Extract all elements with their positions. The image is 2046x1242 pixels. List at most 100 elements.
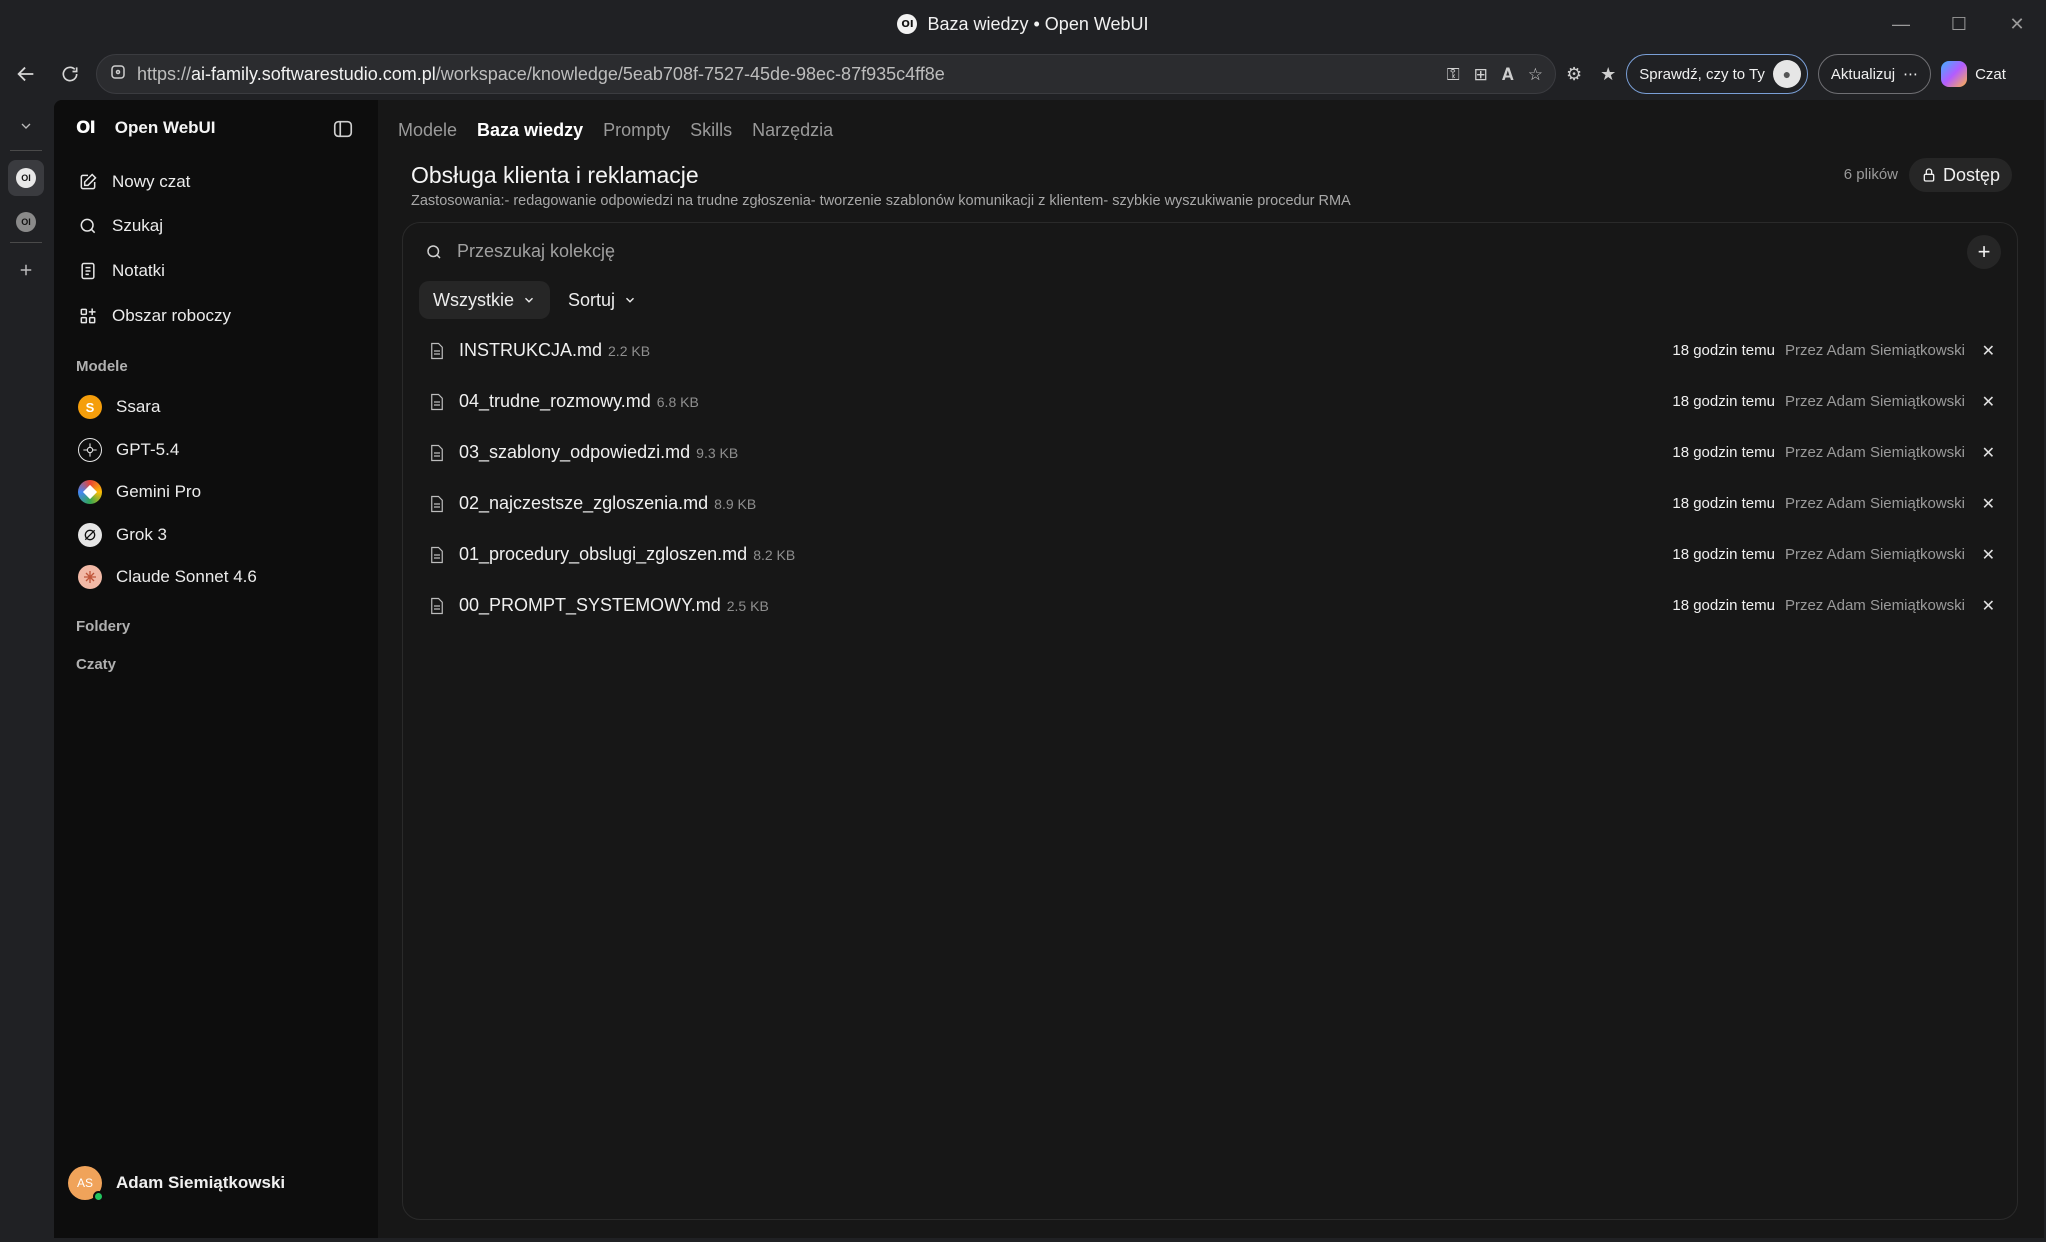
file-row[interactable]: 00_PROMPT_SYSTEMOWY.md 2.5 KB 18 godzin …	[403, 580, 2019, 631]
sidebar-model-gemini[interactable]: Gemini Pro	[66, 472, 366, 512]
tab-divider	[10, 150, 42, 151]
file-row[interactable]: 03_szablony_odpowiedzi.md 9.3 KB 18 godz…	[403, 427, 2019, 478]
translate-icon[interactable]: 𝐀	[1502, 65, 1514, 85]
chats-heading[interactable]: Czaty	[76, 656, 116, 673]
delete-file-close-icon[interactable]: ✕	[1982, 494, 1995, 514]
tab-openwebui-second[interactable]: OI	[8, 204, 44, 240]
file-row[interactable]: 01_procedury_obslugi_zgloszen.md 8.2 KB …	[403, 529, 2019, 580]
lock-icon	[1923, 168, 1935, 182]
profile-button[interactable]: Sprawdź, czy to Ty ●	[1626, 54, 1808, 94]
sidebar-toggle-icon[interactable]	[330, 116, 356, 142]
avatar-initials: AS	[76, 1176, 93, 1190]
sidebar-item-search[interactable]: Szukaj	[66, 206, 366, 246]
folders-heading[interactable]: Foldery	[76, 618, 130, 635]
sidebar-brand[interactable]: OI Open WebUI	[76, 118, 216, 138]
filter-all-dropdown[interactable]: Wszystkie	[419, 281, 550, 319]
reload-icon[interactable]	[52, 56, 88, 92]
address-bar[interactable]: https://ai-family.softwarestudio.com.pl/…	[96, 54, 1556, 94]
delete-file-close-icon[interactable]: ✕	[1982, 443, 1995, 463]
site-info-icon[interactable]	[109, 63, 127, 86]
profile-avatar-icon: ●	[1772, 60, 1801, 88]
tab-prompts[interactable]: Prompty	[603, 120, 670, 141]
tab-openwebui-active[interactable]: OI	[8, 160, 44, 196]
file-author: Przez Adam Siemiątkowski	[1784, 444, 1965, 461]
filter-all-label: Wszystkie	[433, 289, 514, 310]
sidebar-item-notes[interactable]: Notatki	[66, 251, 366, 291]
open-webui-app: OI Open WebUI Nowy czat Szukaj Notatki O…	[54, 100, 2044, 1238]
url-scheme: https://	[137, 63, 192, 84]
copilot-label: Czat	[1975, 65, 2006, 83]
sort-dropdown[interactable]: Sortuj	[554, 281, 651, 319]
file-name: 02_najczestsze_zgloszenia.md	[459, 493, 709, 513]
file-size: 6.8 KB	[656, 393, 699, 410]
chevron-down-icon	[626, 297, 635, 303]
tab-knowledge[interactable]: Baza wiedzy	[477, 120, 583, 141]
collection-search-input[interactable]	[457, 241, 1657, 262]
new-tab-plus-icon[interactable]	[8, 252, 44, 288]
document-icon	[431, 597, 443, 614]
knowledge-panel: + Wszystkie Sortuj INSTRUKCJA.md 2.2 KB …	[402, 222, 2018, 1220]
window-title: Baza wiedzy • Open WebUI	[927, 13, 1149, 34]
delete-file-close-icon[interactable]: ✕	[1982, 341, 1995, 361]
favorites-list-icon[interactable]: ★	[1600, 64, 1616, 85]
page-description[interactable]: Zastosowania:- redagowanie odpowiedzi na…	[411, 193, 1351, 209]
browser-extensions: ⚙ ★ Sprawdź, czy to Ty ● Aktualizuj ⋯ Cz…	[1566, 54, 2006, 94]
file-meta: 18 godzin temu Przez Adam Siemiątkowski	[1672, 342, 1965, 359]
copilot-button[interactable]: Czat	[1941, 61, 2006, 87]
file-size: 2.2 KB	[608, 342, 651, 359]
avatar: AS	[68, 1166, 104, 1202]
favorite-star-icon[interactable]: ☆	[1528, 65, 1543, 85]
file-size: 8.9 KB	[714, 495, 757, 512]
workspace-tabs: Modele Baza wiedzy Prompty Skills Narzęd…	[398, 120, 833, 141]
openwebui-tab-icon: OI	[897, 14, 918, 34]
extensions-puzzle-icon[interactable]: ⚙	[1566, 64, 1582, 85]
sidebar-item-new-chat[interactable]: Nowy czat	[66, 162, 366, 202]
close-window-icon[interactable]: ✕	[1988, 0, 2046, 48]
file-row[interactable]: INSTRUKCJA.md 2.2 KB 18 godzin temu Przez…	[403, 325, 2019, 376]
search-icon	[80, 218, 96, 234]
file-author: Przez Adam Siemiątkowski	[1784, 597, 1965, 614]
access-button-label: Dostęp	[1942, 164, 2000, 185]
file-time: 18 godzin temu	[1672, 444, 1775, 461]
file-row[interactable]: 02_najczestsze_zgloszenia.md 8.9 KB 18 g…	[403, 478, 2019, 529]
maximize-icon[interactable]: ☐	[1930, 0, 1988, 48]
sidebar-model-grok[interactable]: Grok 3	[66, 515, 366, 555]
file-name: 00_PROMPT_SYSTEMOWY.md	[459, 595, 721, 615]
vertical-tab-strip: OI OI	[0, 100, 52, 1242]
page-title[interactable]: Obsługa klienta i reklamacje	[411, 162, 699, 189]
file-row[interactable]: 04_trudne_rozmowy.md 6.8 KB 18 godzin te…	[403, 376, 2019, 427]
tab-list-chevron-icon[interactable]	[8, 108, 44, 144]
file-size: 2.5 KB	[726, 597, 769, 614]
file-name: 01_procedury_obslugi_zgloszen.md	[459, 544, 748, 564]
file-list: INSTRUKCJA.md 2.2 KB 18 godzin temu Przez…	[403, 325, 2019, 631]
delete-file-close-icon[interactable]: ✕	[1982, 545, 1995, 565]
user-menu[interactable]: AS Adam Siemiątkowski	[68, 1166, 285, 1202]
copilot-icon	[1941, 61, 1968, 87]
file-time: 18 godzin temu	[1672, 342, 1775, 359]
tab-models[interactable]: Modele	[398, 120, 457, 141]
back-arrow-icon[interactable]	[8, 56, 44, 92]
update-button[interactable]: Aktualizuj ⋯	[1817, 54, 1932, 94]
sidebar-model-claude[interactable]: Claude Sonnet 4.6	[66, 557, 366, 597]
url-host: ai-family.softwarestudio.com.pl	[191, 63, 436, 84]
delete-file-close-icon[interactable]: ✕	[1982, 596, 1995, 616]
sidebar-model-label: Grok 3	[116, 525, 168, 544]
sort-label: Sortuj	[568, 289, 616, 310]
window-titlebar: OI Baza wiedzy • Open WebUI — ☐ ✕	[0, 0, 2046, 48]
document-icon	[431, 546, 443, 563]
sidebar-model-ssara[interactable]: S Ssara	[66, 387, 366, 427]
minimize-icon[interactable]: —	[1872, 0, 1930, 48]
window-title-group: OI Baza wiedzy • Open WebUI	[897, 13, 1149, 35]
sidebar-item-workspace[interactable]: Obszar roboczy	[66, 296, 366, 336]
file-author: Przez Adam Siemiątkowski	[1784, 546, 1965, 563]
sidebar-item-label: Notatki	[112, 261, 165, 280]
add-file-plus-icon[interactable]: +	[1967, 235, 2001, 269]
tab-tools[interactable]: Narzędzia	[752, 120, 833, 141]
tab-skills[interactable]: Skills	[690, 120, 732, 141]
key-icon[interactable]: ⚿	[1447, 65, 1460, 85]
delete-file-close-icon[interactable]: ✕	[1982, 392, 1995, 412]
sidebar: OI Open WebUI Nowy czat Szukaj Notatki O…	[54, 100, 378, 1238]
access-button[interactable]: Dostęp	[1908, 158, 2012, 192]
sidebar-model-gpt[interactable]: GPT-5.4	[66, 430, 366, 470]
app-install-icon[interactable]: ⊞	[1474, 65, 1488, 85]
